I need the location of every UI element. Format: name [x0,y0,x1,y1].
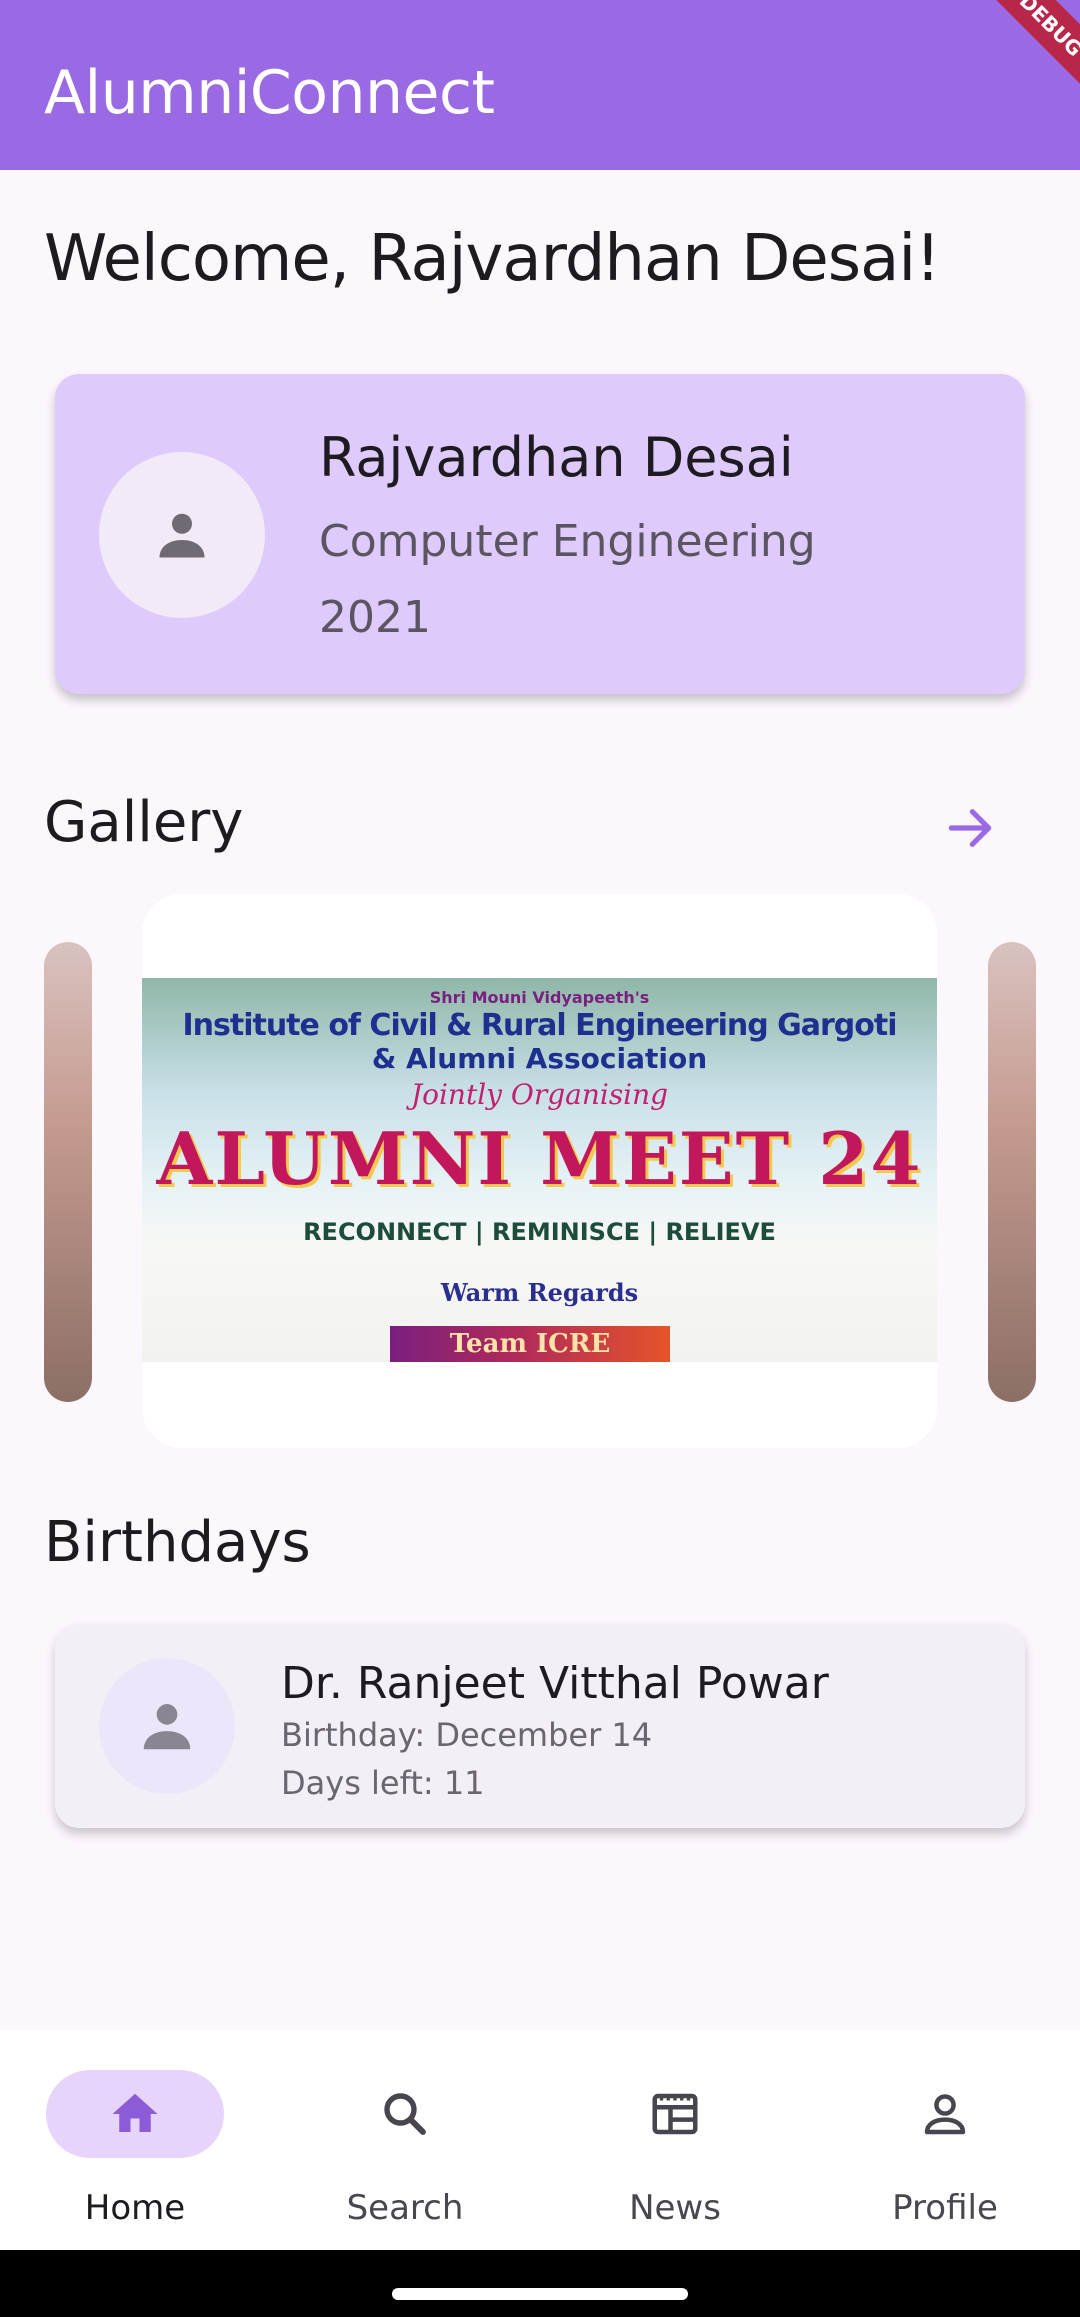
news-icon [652,2093,698,2135]
nav-label: Home [84,2188,186,2228]
profile-card[interactable]: Rajvardhan Desai Computer Engineering 20… [55,374,1025,694]
avatar [99,452,265,618]
bottom-navigation: Home Search News Profile [0,2030,1080,2250]
birthday-card[interactable]: Dr. Ranjeet Vitthal Powar Birthday: Dece… [55,1624,1025,1828]
birthday-name: Dr. Ranjeet Vitthal Powar [281,1658,829,1709]
nav-label: Search [346,2188,464,2228]
banner-line: Warm Regards [440,1278,639,1307]
banner-team: Team ICRE [390,1326,670,1362]
system-navigation-bar [0,2250,1080,2317]
gallery-item-previous[interactable] [44,942,92,1402]
gallery-item-current[interactable]: Shri Mouni Vidyapeeth's Institute of Civ… [142,894,937,1448]
avatar [99,1658,235,1794]
birthday-date: Birthday: December 14 [281,1716,653,1754]
nav-icon-container [856,2070,1034,2158]
banner-line: RECONNECT | REMINISCE | RELIEVE [303,1218,776,1246]
alumni-meet-banner: Shri Mouni Vidyapeeth's Institute of Civ… [142,978,937,1362]
banner-line: & Alumni Association [371,1042,708,1075]
home-icon [112,2093,158,2132]
nav-label: News [629,2188,721,2228]
birthday-days-left: Days left: 11 [281,1764,485,1802]
birthdays-title: Birthdays [44,1510,311,1575]
gallery-item-next[interactable] [988,942,1036,1402]
nav-home[interactable]: Home [0,2030,270,2250]
profile-department: Computer Engineering [319,516,816,567]
nav-search[interactable]: Search [270,2030,540,2250]
nav-icon-container [316,2070,494,2158]
arrow-forward-icon[interactable] [942,800,998,856]
search-icon [384,2093,426,2135]
home-gesture-indicator[interactable] [392,2288,688,2300]
welcome-heading: Welcome, Rajvardhan Desai! [44,222,941,296]
banner-line: Shri Mouni Vidyapeeth's [429,988,650,1007]
person-icon [924,2094,966,2135]
app-bar: AlumniConnect DEBUG [0,0,1080,170]
person-icon [159,513,205,558]
profile-year: 2021 [319,592,431,643]
profile-name: Rajvardhan Desai [319,426,794,489]
debug-banner: DEBUG [976,0,1080,100]
banner-line: Institute of Civil & Rural Engineering G… [182,1008,897,1043]
nav-profile[interactable]: Profile [810,2030,1080,2250]
person-icon [143,1704,191,1750]
nav-label: Profile [892,2188,998,2228]
nav-icon-container [586,2070,764,2158]
nav-indicator [46,2070,224,2158]
banner-headline: ALUMNI MEET 24 [156,1116,923,1201]
gallery-title: Gallery [44,790,244,855]
app-title: AlumniConnect [44,58,495,128]
nav-news[interactable]: News [540,2030,810,2250]
banner-line: Jointly Organising [410,1078,669,1111]
